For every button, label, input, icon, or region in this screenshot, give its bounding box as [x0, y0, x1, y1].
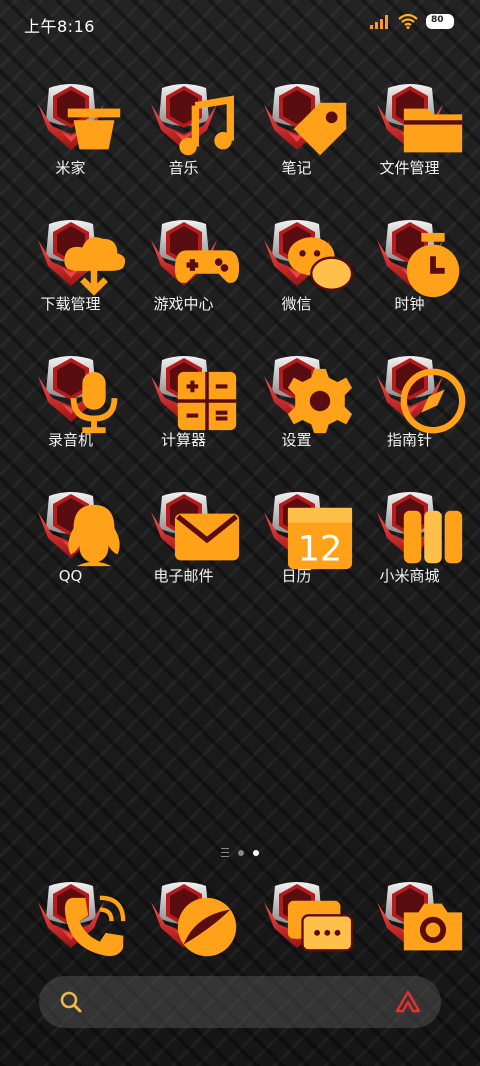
messages-icon — [287, 900, 353, 952]
app-grid: 米家 音乐 笔记 文件管理 下载管理 游戏中心 微信 时钟 录音机 计算器 设置… — [14, 82, 466, 585]
app-wechat[interactable]: 微信 — [240, 218, 353, 313]
mijia-icon — [67, 108, 120, 150]
browser-icon — [177, 897, 236, 957]
app-recorder[interactable]: 录音机 — [14, 354, 127, 449]
compass-icon — [400, 368, 465, 434]
app-icon-frame — [149, 82, 234, 156]
app-icon-frame — [375, 880, 462, 951]
dock — [14, 880, 466, 957]
dock-camera[interactable] — [353, 880, 466, 951]
app-music[interactable]: 音乐 — [127, 82, 240, 177]
app-settings[interactable]: 设置 — [240, 354, 353, 449]
camera-icon — [403, 903, 462, 951]
app-mi-store[interactable]: 小米商城 — [353, 490, 466, 585]
battery-icon: 80 — [426, 14, 454, 29]
signal-icon — [370, 14, 388, 29]
dock-messages[interactable] — [240, 880, 353, 952]
status-time: 上午8:16 — [24, 17, 95, 36]
app-game-center[interactable]: 游戏中心 — [127, 218, 240, 313]
status-icons: 80 — [370, 14, 454, 29]
status-bar: 上午8:16 80 — [0, 0, 480, 46]
app-files[interactable]: 文件管理 — [353, 82, 466, 177]
app-icon-frame — [262, 82, 346, 156]
clock-icon — [406, 232, 459, 298]
app-downloads[interactable]: 下载管理 — [14, 218, 127, 313]
notes-icon — [293, 102, 346, 156]
app-icon-frame — [36, 218, 125, 296]
app-icon-frame — [36, 354, 117, 434]
app-mijia[interactable]: 米家 — [14, 82, 127, 177]
app-icon-frame — [262, 218, 353, 291]
app-icon-frame: 12 — [262, 490, 352, 569]
app-icon-frame — [36, 490, 120, 567]
app-qq[interactable]: QQ — [14, 490, 127, 585]
page-indicator[interactable] — [0, 848, 480, 857]
dock-phone[interactable] — [14, 880, 127, 957]
app-icon-frame — [375, 490, 462, 564]
phone-icon — [64, 895, 125, 957]
app-icon-frame — [149, 354, 236, 431]
app-clock[interactable]: 时钟 — [353, 218, 466, 313]
calendar-day: 12 — [297, 529, 342, 569]
app-icon-frame — [262, 880, 353, 952]
calendar-icon: 12 — [287, 507, 352, 569]
app-calculator[interactable]: 计算器 — [127, 354, 240, 449]
search-icon[interactable] — [59, 990, 83, 1014]
folder-icon — [403, 108, 462, 153]
calculator-icon — [177, 371, 236, 431]
feed-page-indicator[interactable] — [221, 848, 229, 857]
page-dot-active[interactable] — [253, 849, 259, 856]
page-dot[interactable] — [238, 849, 244, 856]
download-icon — [63, 237, 125, 296]
app-icon-frame — [375, 82, 462, 153]
mail-icon — [174, 513, 239, 561]
gear-icon — [287, 368, 352, 434]
app-email[interactable]: 电子邮件 — [127, 490, 240, 585]
app-icon-frame — [262, 354, 352, 434]
app-icon-frame — [149, 490, 239, 561]
search-bar[interactable] — [39, 976, 441, 1028]
app-icon-frame — [36, 880, 125, 957]
wechat-icon — [287, 237, 353, 291]
voice-assistant-icon[interactable] — [395, 990, 421, 1014]
store-icon — [403, 510, 462, 564]
microphone-icon — [70, 371, 117, 434]
music-icon — [178, 95, 234, 156]
battery-level: 80 — [431, 15, 444, 25]
app-compass[interactable]: 指南针 — [353, 354, 466, 449]
app-icon-frame — [375, 218, 459, 298]
qq-icon — [67, 504, 120, 567]
app-icon-frame — [149, 218, 239, 288]
app-icon-frame — [36, 82, 120, 152]
app-notes[interactable]: 笔记 — [240, 82, 353, 177]
gamepad-icon — [174, 250, 239, 283]
app-icon-frame — [149, 880, 236, 957]
app-calendar[interactable]: 12 日历 — [240, 490, 353, 585]
app-icon-frame — [375, 354, 465, 434]
dock-browser[interactable] — [127, 880, 240, 957]
wifi-icon — [398, 14, 418, 29]
